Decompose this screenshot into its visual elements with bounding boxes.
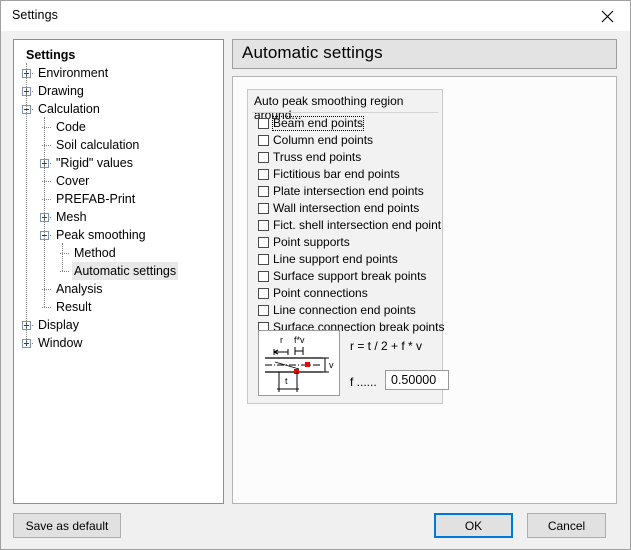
checkbox-label: Fict. shell intersection end point [272, 218, 442, 233]
smoothing-region-diagram: r f*v [258, 330, 340, 396]
tree-item-environment[interactable]: Environment [14, 64, 223, 82]
tree-item-calculation[interactable]: Calculation [14, 100, 223, 118]
auto-peak-smoothing-groupbox: Auto peak smoothing region around... Bea… [247, 89, 443, 404]
checkbox-label: Point connections [272, 286, 369, 301]
tree-item-label: Window [36, 334, 84, 352]
window-title: Settings [12, 8, 58, 22]
tree-guide-level3 [62, 243, 64, 271]
tree-item-label: "Rigid" values [54, 154, 135, 172]
checkbox-surface-support-break-points[interactable] [258, 271, 269, 282]
checkbox-label: Line support end points [272, 252, 399, 267]
checkbox-row[interactable]: Wall intersection end points [258, 200, 438, 217]
checkbox-label: Wall intersection end points [272, 201, 420, 216]
tree-item-label: Settings [24, 46, 77, 64]
checkbox-row[interactable]: Truss end points [258, 149, 438, 166]
checkbox-line-connection-end-points[interactable] [258, 305, 269, 316]
tree-item-label: Calculation [36, 100, 102, 118]
settings-tree-panel[interactable]: SettingsEnvironmentDrawingCalculationCod… [13, 39, 224, 504]
checkbox-label: Fictitious bar end points [272, 167, 401, 182]
tree-guide-level1 [26, 63, 28, 343]
tree-item-label: Display [36, 316, 81, 334]
tree-item-label: Analysis [54, 280, 105, 298]
tree-item-display[interactable]: Display [14, 316, 223, 334]
f-factor-label: f ...... [350, 375, 377, 389]
dialog-body: SettingsEnvironmentDrawingCalculationCod… [1, 31, 630, 549]
close-button[interactable] [585, 1, 630, 31]
svg-text:t: t [285, 376, 288, 386]
groupbox-separator [252, 112, 438, 113]
f-factor-input[interactable] [385, 370, 449, 390]
tree-item-label: Environment [36, 64, 110, 82]
settings-tree: SettingsEnvironmentDrawingCalculationCod… [14, 40, 223, 352]
checkbox-label: Surface support break points [272, 269, 427, 284]
tree-item-label: Peak smoothing [54, 226, 148, 244]
checkbox-wall-intersection-end-points[interactable] [258, 203, 269, 214]
tree-item-window[interactable]: Window [14, 334, 223, 352]
checkbox-label: Truss end points [272, 150, 362, 165]
checkbox-label: Column end points [272, 133, 374, 148]
tree-item-label: Drawing [36, 82, 86, 100]
tree-guide-level2 [44, 117, 46, 307]
checkbox-label: Point supports [272, 235, 351, 250]
checkbox-list: Beam end points Column end points Truss en… [258, 115, 438, 336]
checkbox-label: Line connection end points [272, 303, 417, 318]
settings-dialog: Settings SettingsEnvironmentDrawingCalcu… [0, 0, 631, 550]
checkbox-truss-end-points[interactable] [258, 152, 269, 163]
tree-item-label: Automatic settings [72, 262, 178, 280]
checkbox-line-support-end-points[interactable] [258, 254, 269, 265]
tree-item-label: Code [54, 118, 88, 136]
ok-button[interactable]: OK [434, 513, 513, 538]
tree-item-label: Method [72, 244, 118, 262]
tree-item-label: Soil calculation [54, 136, 141, 154]
tree-item-root[interactable]: Settings [14, 46, 223, 64]
checkbox-row[interactable]: Surface support break points [258, 268, 438, 285]
checkbox-row[interactable]: Line connection end points [258, 302, 438, 319]
checkbox-fict-shell-intersection-end-point[interactable] [258, 220, 269, 231]
checkbox-row[interactable]: Beam end points [258, 115, 438, 132]
checkbox-point-connections[interactable] [258, 288, 269, 299]
title-bar: Settings [1, 1, 630, 31]
tree-item-label: Result [54, 298, 93, 316]
tree-item-label: PREFAB-Print [54, 190, 137, 208]
cancel-button[interactable]: Cancel [527, 513, 606, 538]
save-as-default-button[interactable]: Save as default [13, 513, 121, 538]
checkbox-fictitious-bar-end-points[interactable] [258, 169, 269, 180]
checkbox-row[interactable]: Point supports [258, 234, 438, 251]
tree-item-label: Cover [54, 172, 91, 190]
tree-connector [60, 271, 69, 273]
checkbox-plate-intersection-end-points[interactable] [258, 186, 269, 197]
checkbox-row[interactable]: Fict. shell intersection end point [258, 217, 438, 234]
checkbox-point-supports[interactable] [258, 237, 269, 248]
page-content-panel: Auto peak smoothing region around... Bea… [232, 76, 617, 504]
svg-text:v: v [329, 360, 334, 370]
checkbox-row[interactable]: Line support end points [258, 251, 438, 268]
page-header: Automatic settings [232, 39, 617, 69]
formula-block: r f*v [258, 330, 436, 396]
checkbox-row[interactable]: Column end points [258, 132, 438, 149]
checkbox-row[interactable]: Point connections [258, 285, 438, 302]
tree-connector [42, 307, 51, 309]
diagram-illustration: r f*v [259, 331, 339, 395]
tree-item-drawing[interactable]: Drawing [14, 82, 223, 100]
checkbox-label: Plate intersection end points [272, 184, 425, 199]
formula-expression: r = t / 2 + f * v [350, 339, 422, 353]
page-title: Automatic settings [242, 43, 383, 63]
checkbox-label: Beam end points [272, 116, 364, 131]
checkbox-beam-end-points[interactable] [258, 118, 269, 129]
checkbox-row[interactable]: Fictitious bar end points [258, 166, 438, 183]
svg-text:f*v: f*v [294, 335, 305, 345]
checkbox-row[interactable]: Plate intersection end points [258, 183, 438, 200]
svg-text:r: r [280, 335, 283, 345]
checkbox-column-end-points[interactable] [258, 135, 269, 146]
tree-item-label: Mesh [54, 208, 89, 226]
close-icon [601, 10, 614, 23]
